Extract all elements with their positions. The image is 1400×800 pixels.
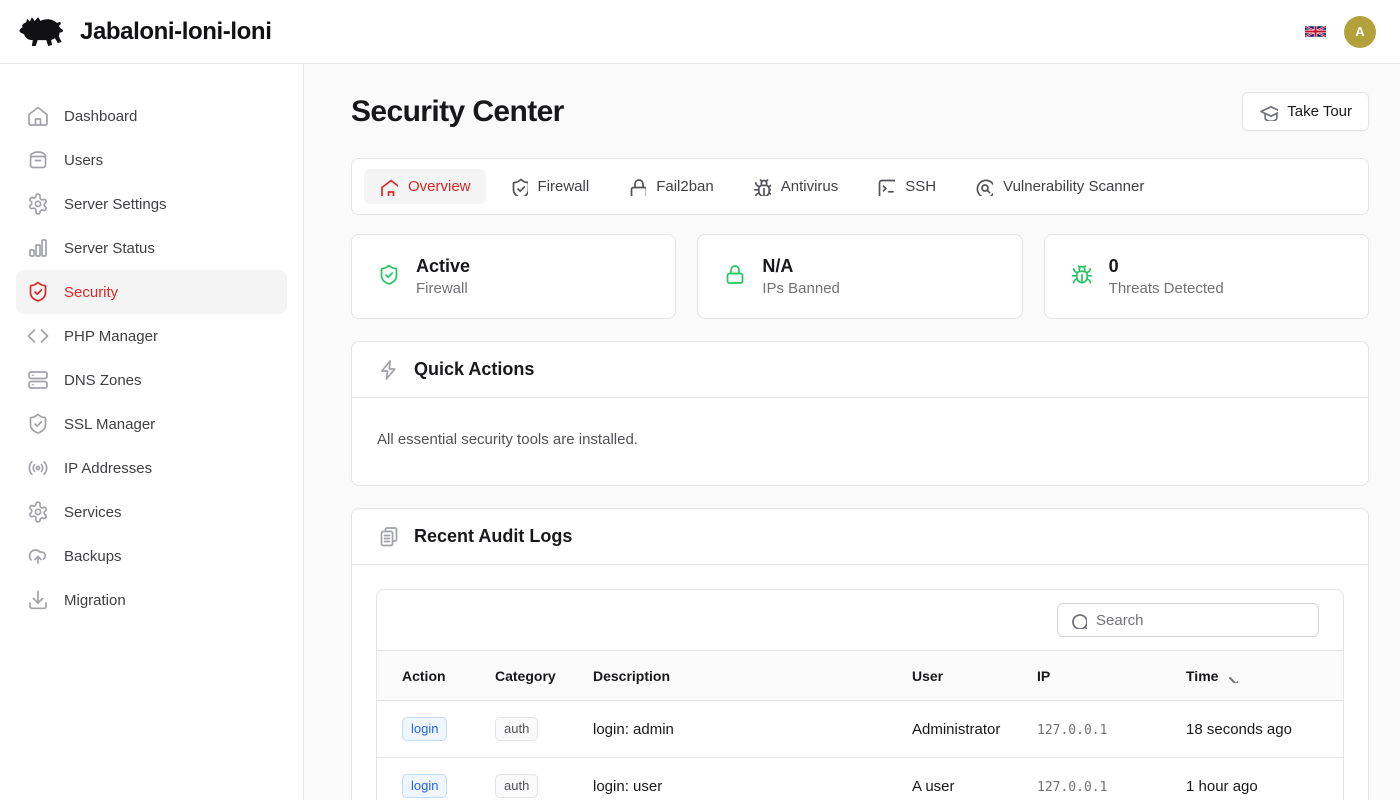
sidebar-item-services[interactable]: Services bbox=[16, 490, 287, 534]
shield-check-icon bbox=[377, 263, 404, 290]
sidebar-item-ssl-manager[interactable]: SSL Manager bbox=[16, 402, 287, 446]
bar-chart-icon bbox=[26, 236, 50, 260]
table-row: login auth login: admin Administrator 12… bbox=[377, 701, 1343, 758]
audit-logs-search-input[interactable] bbox=[1057, 603, 1319, 637]
category-badge: auth bbox=[495, 717, 538, 741]
threats-detected-value: 0 bbox=[1109, 256, 1224, 278]
boar-logo-icon bbox=[16, 12, 66, 52]
column-header-time[interactable]: Time bbox=[1178, 651, 1343, 701]
log-description: login: admin bbox=[585, 701, 904, 758]
firewall-status-card: Active Firewall bbox=[351, 234, 676, 319]
top-bar: Jabaloni-loni-loni A bbox=[0, 0, 1400, 64]
zap-icon bbox=[377, 358, 401, 382]
log-ip: 127.0.0.1 bbox=[1037, 723, 1107, 738]
page-title: Security Center bbox=[351, 95, 564, 129]
firewall-status-label: Firewall bbox=[416, 280, 470, 297]
ips-banned-card: N/A IPs Banned bbox=[697, 234, 1022, 319]
sidebar-item-backups[interactable]: Backups bbox=[16, 534, 287, 578]
sidebar-item-dashboard[interactable]: Dashboard bbox=[16, 94, 287, 138]
search-icon bbox=[1069, 611, 1087, 629]
gear-icon bbox=[26, 192, 50, 216]
table-header-row: Action Category Description User IP Time bbox=[377, 651, 1343, 701]
home-icon bbox=[379, 177, 398, 196]
column-header-description: Description bbox=[585, 651, 904, 701]
app-title: Jabaloni-loni-loni bbox=[80, 18, 271, 46]
log-time: 18 seconds ago bbox=[1178, 701, 1343, 758]
radio-waves-icon bbox=[26, 456, 50, 480]
tab-firewall[interactable]: Firewall bbox=[494, 169, 605, 204]
take-tour-button[interactable]: Take Tour bbox=[1242, 92, 1369, 131]
log-user: Administrator bbox=[904, 701, 1029, 758]
status-cards: Active Firewall N/A IPs Banned 0 Threats… bbox=[351, 234, 1369, 319]
audit-logs-table-container: Action Category Description User IP Time bbox=[376, 589, 1344, 800]
lock-icon bbox=[627, 177, 646, 196]
tab-antivirus[interactable]: Antivirus bbox=[737, 169, 854, 204]
sidebar-item-migration[interactable]: Migration bbox=[16, 578, 287, 622]
users-icon bbox=[26, 148, 50, 172]
user-avatar[interactable]: A bbox=[1344, 16, 1376, 48]
terminal-icon bbox=[876, 177, 895, 196]
cloud-upload-icon bbox=[26, 544, 50, 568]
firewall-status-value: Active bbox=[416, 256, 470, 278]
brand[interactable]: Jabaloni-loni-loni bbox=[16, 12, 271, 52]
log-ip: 127.0.0.1 bbox=[1037, 780, 1107, 795]
ips-banned-label: IPs Banned bbox=[762, 280, 840, 297]
sidebar-item-dns-zones[interactable]: DNS Zones bbox=[16, 358, 287, 402]
action-badge: login bbox=[402, 774, 447, 798]
sidebar-item-server-settings[interactable]: Server Settings bbox=[16, 182, 287, 226]
category-badge: auth bbox=[495, 774, 538, 798]
sidebar-item-ip-addresses[interactable]: IP Addresses bbox=[16, 446, 287, 490]
sidebar-item-php-manager[interactable]: PHP Manager bbox=[16, 314, 287, 358]
column-header-user: User bbox=[904, 651, 1029, 701]
audit-logs-title: Recent Audit Logs bbox=[414, 526, 572, 547]
log-description: login: user bbox=[585, 758, 904, 800]
threats-detected-label: Threats Detected bbox=[1109, 280, 1224, 297]
download-icon bbox=[26, 588, 50, 612]
home-icon bbox=[26, 104, 50, 128]
server-stack-icon bbox=[26, 368, 50, 392]
tab-fail2ban[interactable]: Fail2ban bbox=[612, 169, 729, 204]
column-header-category: Category bbox=[487, 651, 585, 701]
log-time: 1 hour ago bbox=[1178, 758, 1343, 800]
clipboard-icon bbox=[377, 525, 401, 549]
quick-actions-card: Quick Actions All essential security too… bbox=[351, 341, 1369, 486]
uk-flag-icon[interactable] bbox=[1305, 24, 1326, 39]
chevron-down-icon bbox=[1224, 669, 1238, 683]
sidebar-item-server-status[interactable]: Server Status bbox=[16, 226, 287, 270]
code-icon bbox=[26, 324, 50, 348]
action-badge: login bbox=[402, 717, 447, 741]
threats-detected-card: 0 Threats Detected bbox=[1044, 234, 1369, 319]
column-header-ip: IP bbox=[1029, 651, 1178, 701]
audit-logs-card: Recent Audit Logs bbox=[351, 508, 1369, 800]
shield-check-icon bbox=[26, 280, 50, 304]
tab-vulnerability-scanner[interactable]: Vulnerability Scanner bbox=[959, 169, 1159, 204]
tab-overview[interactable]: Overview bbox=[364, 169, 486, 204]
quick-actions-title: Quick Actions bbox=[414, 359, 534, 380]
quick-actions-message: All essential security tools are install… bbox=[377, 431, 1343, 448]
audit-logs-table: Action Category Description User IP Time bbox=[377, 650, 1343, 800]
sidebar-item-users[interactable]: Users bbox=[16, 138, 287, 182]
bug-icon bbox=[1070, 263, 1097, 290]
tab-ssh[interactable]: SSH bbox=[861, 169, 951, 204]
log-user: A user bbox=[904, 758, 1029, 800]
ips-banned-value: N/A bbox=[762, 256, 840, 278]
column-header-action: Action bbox=[377, 651, 487, 701]
security-tabs: Overview Firewall Fail2ban Antivirus SSH… bbox=[351, 158, 1369, 215]
shield-check-icon bbox=[26, 412, 50, 436]
lock-icon bbox=[723, 263, 750, 290]
table-row: login auth login: user A user 127.0.0.1 … bbox=[377, 758, 1343, 800]
sidebar-item-security[interactable]: Security bbox=[16, 270, 287, 314]
main-content: Security Center Take Tour Overview Firew… bbox=[304, 64, 1400, 800]
shield-check-icon bbox=[509, 177, 528, 196]
graduation-cap-icon bbox=[1259, 102, 1278, 121]
sidebar: Dashboard Users Server Settings Server S… bbox=[0, 64, 304, 800]
bug-icon bbox=[752, 177, 771, 196]
gear-icon bbox=[26, 500, 50, 524]
scan-search-icon bbox=[974, 177, 993, 196]
